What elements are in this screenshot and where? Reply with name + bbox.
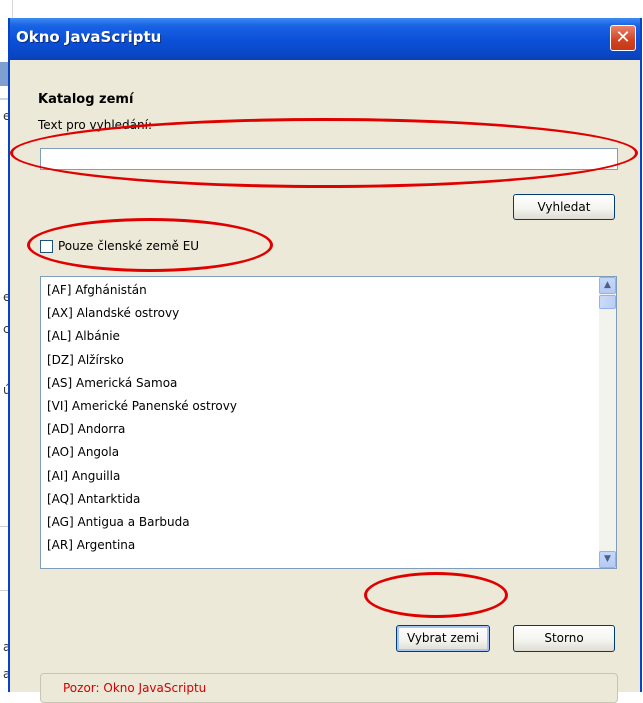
status-bar: Pozor: Okno JavaScriptu [40,673,618,703]
annotation-oval-select-button [364,572,508,618]
annotation-oval-eu-checkbox [27,218,273,272]
country-listbox[interactable]: [AF] Afghánistán [AX] Alandské ostrovy [AL… [40,276,617,569]
annotation-oval-search [10,118,638,188]
list-item[interactable]: [AL] Albánie [47,325,587,348]
list-item[interactable]: [AF] Afghánistán [47,279,587,302]
close-icon: ✕ [615,27,631,48]
list-item[interactable]: [AQ] Antarktida [47,488,587,511]
list-item[interactable]: [AO] Angola [47,441,587,464]
list-item[interactable]: [AI] Anguilla [47,465,587,488]
title-bar[interactable]: Okno JavaScriptu ✕ [10,18,640,60]
window-title: Okno JavaScriptu [16,28,162,46]
close-button[interactable]: ✕ [610,25,636,51]
country-list: [AF] Afghánistán [AX] Alandské ostrovy [AL… [47,279,587,557]
list-item[interactable]: [VI] Americké Panenské ostrovy [47,395,587,418]
scroll-down-icon[interactable]: ▼ [599,551,616,568]
scroll-thumb[interactable] [599,295,616,309]
list-item[interactable]: [AD] Andorra [47,418,587,441]
search-button[interactable]: Vyhledat [513,194,615,220]
scroll-up-icon[interactable]: ▲ [599,277,616,294]
list-item[interactable]: [AR] Argentina [47,534,587,557]
list-item[interactable]: [AS] Americká Samoa [47,372,587,395]
dialog-heading: Katalog zemí [38,92,134,107]
list-item[interactable]: [AX] Alandské ostrovy [47,302,587,325]
list-item[interactable]: [DZ] Alžírsko [47,349,587,372]
select-country-button[interactable]: Vybrat zemi [396,625,490,652]
listbox-scrollbar[interactable]: ▲ ▼ [599,277,616,568]
cancel-button[interactable]: Storno [513,625,615,652]
list-item[interactable]: [AG] Antigua a Barbuda [47,511,587,534]
status-text: Pozor: Okno JavaScriptu [63,681,207,695]
